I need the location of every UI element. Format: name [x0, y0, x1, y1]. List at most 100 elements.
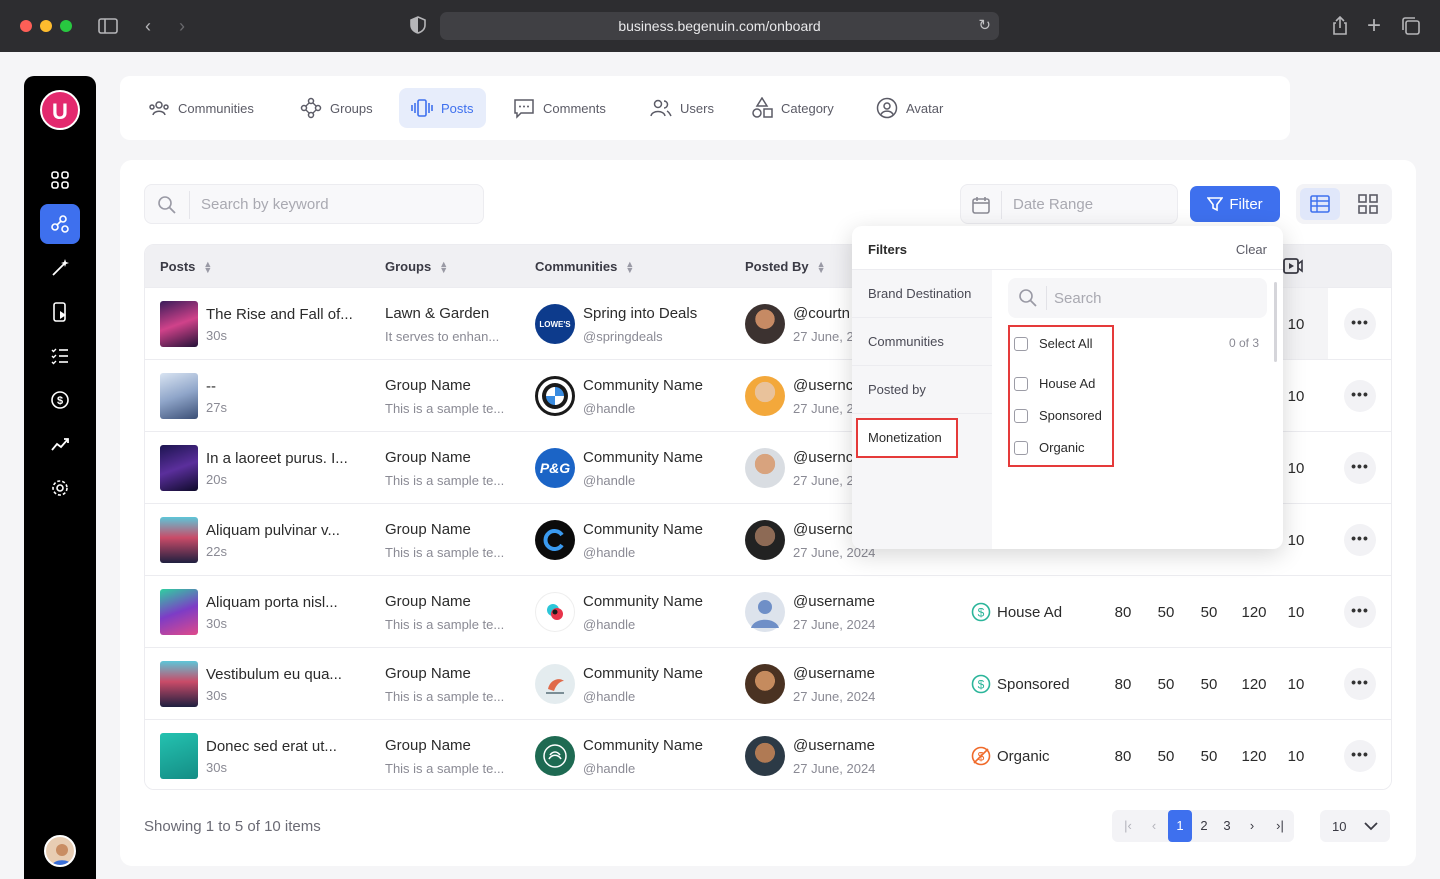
checklist-icon[interactable]: [40, 336, 80, 376]
items-per-page-select[interactable]: 10: [1320, 810, 1390, 842]
forward-arrow-icon[interactable]: ›: [172, 16, 192, 36]
filter-category-posted-by[interactable]: Posted by: [852, 366, 992, 414]
post-title[interactable]: --: [206, 378, 216, 395]
tabs-overview-icon[interactable]: [1401, 16, 1421, 36]
new-tab-icon[interactable]: +: [1364, 14, 1384, 38]
user-avatar[interactable]: [44, 835, 76, 867]
more-actions-button[interactable]: •••: [1344, 452, 1376, 484]
share-icon[interactable]: [1330, 15, 1350, 36]
page-1-button[interactable]: 1: [1168, 810, 1192, 842]
username[interactable]: @usernc: [793, 521, 853, 538]
community-name[interactable]: Community Name: [583, 377, 703, 394]
community-name[interactable]: Community Name: [583, 521, 703, 538]
column-header-posted-by[interactable]: Posted By ▲ ▼: [745, 259, 826, 274]
back-arrow-icon[interactable]: ‹: [138, 16, 158, 36]
filter-scrollbar[interactable]: [1274, 282, 1277, 362]
community-name[interactable]: Community Name: [583, 737, 703, 754]
post-title[interactable]: The Rise and Fall of...: [206, 306, 353, 323]
next-page-button[interactable]: ›: [1240, 810, 1264, 842]
filter-category-monetization[interactable]: Monetization: [856, 418, 958, 458]
close-window-button[interactable]: [20, 20, 32, 32]
more-actions-button[interactable]: •••: [1344, 596, 1376, 628]
group-name[interactable]: Group Name: [385, 737, 471, 754]
table-row[interactable]: Aliquam porta nisl... 30s Group Name Thi…: [145, 575, 1391, 647]
post-title[interactable]: Vestibulum eu qua...: [206, 666, 342, 683]
filter-category-brand-destination[interactable]: Brand Destination: [852, 270, 992, 318]
sponsored-option[interactable]: Sponsored: [1014, 408, 1102, 423]
community-name[interactable]: Community Name: [583, 665, 703, 682]
settings-gear-icon[interactable]: [40, 468, 80, 508]
post-thumbnail[interactable]: [160, 661, 198, 707]
content-network-icon[interactable]: [40, 204, 80, 244]
post-thumbnail[interactable]: [160, 445, 198, 491]
page-3-button[interactable]: 3: [1215, 810, 1239, 842]
sort-icon[interactable]: ▲ ▼: [817, 259, 826, 274]
previous-page-button[interactable]: ‹: [1142, 810, 1166, 842]
list-view-button[interactable]: [1300, 188, 1340, 220]
table-row[interactable]: Vestibulum eu qua... 30s Group Name This…: [145, 647, 1391, 719]
more-actions-button[interactable]: •••: [1344, 668, 1376, 700]
group-name[interactable]: Group Name: [385, 521, 471, 538]
filter-search-input[interactable]: [1054, 278, 1254, 318]
first-page-button[interactable]: |‹: [1116, 810, 1140, 842]
group-name[interactable]: Group Name: [385, 593, 471, 610]
dollar-icon[interactable]: $: [40, 380, 80, 420]
more-actions-button[interactable]: •••: [1344, 308, 1376, 340]
tab-avatar[interactable]: Avatar: [864, 88, 955, 128]
filter-button[interactable]: Filter: [1190, 186, 1280, 222]
shield-icon[interactable]: [408, 16, 428, 36]
group-name[interactable]: Group Name: [385, 665, 471, 682]
analytics-icon[interactable]: [40, 424, 80, 464]
column-header-groups[interactable]: Groups ▲ ▼: [385, 259, 448, 274]
last-page-button[interactable]: ›|: [1268, 810, 1292, 842]
more-actions-button[interactable]: •••: [1344, 380, 1376, 412]
username[interactable]: @username: [793, 665, 875, 682]
column-header-posts[interactable]: Posts ▲ ▼: [160, 259, 212, 274]
maximize-window-button[interactable]: [60, 20, 72, 32]
table-row[interactable]: Donec sed erat ut... 30s Group Name This…: [145, 719, 1391, 789]
sort-icon[interactable]: ▲ ▼: [439, 259, 448, 274]
post-title[interactable]: Aliquam porta nisl...: [206, 594, 338, 611]
search-input[interactable]: [201, 185, 471, 223]
username[interactable]: @courtn: [793, 305, 850, 322]
brand-logo[interactable]: U: [40, 90, 80, 130]
tab-users[interactable]: Users: [638, 88, 726, 128]
magic-wand-icon[interactable]: [40, 248, 80, 288]
community-name[interactable]: Community Name: [583, 593, 703, 610]
date-range-picker[interactable]: Date Range: [960, 184, 1178, 224]
sidebar-toggle-icon[interactable]: [98, 16, 118, 36]
clear-filters-button[interactable]: Clear: [1236, 242, 1267, 257]
tab-groups[interactable]: Groups: [288, 88, 385, 128]
post-title[interactable]: Aliquam pulvinar v...: [206, 522, 340, 539]
post-thumbnail[interactable]: [160, 589, 198, 635]
post-thumbnail[interactable]: [160, 517, 198, 563]
sponsored-checkbox[interactable]: [1014, 408, 1028, 423]
post-thumbnail[interactable]: [160, 301, 198, 347]
select-all-option[interactable]: Select All: [1014, 336, 1092, 351]
dashboard-icon[interactable]: [40, 160, 80, 200]
grid-view-button[interactable]: [1348, 188, 1388, 220]
house-ad-checkbox[interactable]: [1014, 376, 1028, 391]
group-name[interactable]: Lawn & Garden: [385, 305, 489, 322]
username[interactable]: @username: [793, 737, 875, 754]
sort-icon[interactable]: ▲ ▼: [625, 259, 634, 274]
minimize-window-button[interactable]: [40, 20, 52, 32]
tab-category[interactable]: Category: [739, 88, 846, 128]
house-ad-option[interactable]: House Ad: [1014, 376, 1095, 391]
tab-posts[interactable]: Posts: [399, 88, 486, 128]
group-name[interactable]: Group Name: [385, 377, 471, 394]
tab-comments[interactable]: Comments: [501, 88, 618, 128]
username[interactable]: @usernc: [793, 377, 853, 394]
community-name[interactable]: Spring into Deals: [583, 305, 697, 322]
username[interactable]: @usernc: [793, 449, 853, 466]
group-name[interactable]: Group Name: [385, 449, 471, 466]
more-actions-button[interactable]: •••: [1344, 740, 1376, 772]
reload-icon[interactable]: ↻: [978, 12, 991, 40]
sort-icon[interactable]: ▲ ▼: [203, 259, 212, 274]
post-title[interactable]: Donec sed erat ut...: [206, 738, 337, 755]
select-all-checkbox[interactable]: [1014, 336, 1028, 351]
tab-communities[interactable]: Communities: [136, 88, 266, 128]
more-actions-button[interactable]: •••: [1344, 524, 1376, 556]
username[interactable]: @username: [793, 593, 875, 610]
address-bar[interactable]: business.begenuin.com/onboard ↻: [440, 12, 999, 40]
